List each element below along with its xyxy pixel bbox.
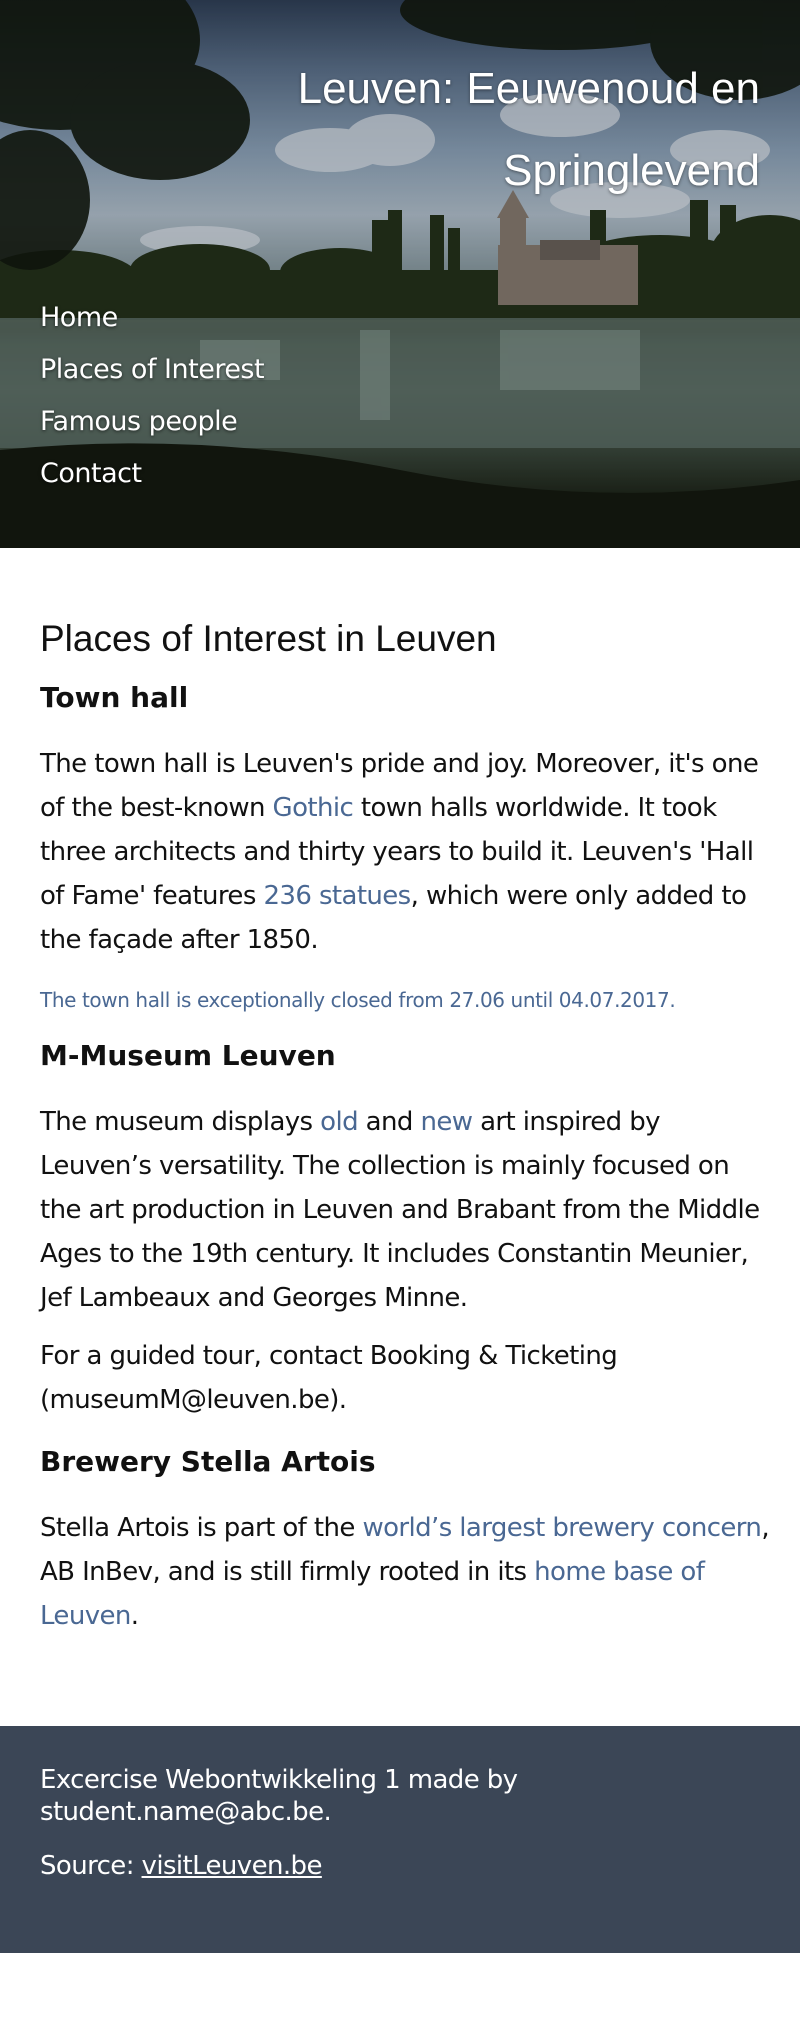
brewery-heading: Brewery Stella Artois xyxy=(40,1445,376,1478)
main-navigation: Home Places of Interest Famous people Co… xyxy=(40,292,265,500)
site-footer: Excercise Webontwikkeling 1 made by stud… xyxy=(0,1726,800,1953)
section-town-hall: Town hall The town hall is Leuven's prid… xyxy=(40,680,770,1014)
old-art-link[interactable]: old xyxy=(320,1107,358,1137)
brewery-paragraph: Stella Artois is part of the world’s lar… xyxy=(40,1506,770,1638)
museum-heading: M-Museum Leuven xyxy=(40,1039,336,1072)
brewery-text-3: . xyxy=(130,1601,139,1631)
town-hall-paragraph: The town hall is Leuven's pride and joy.… xyxy=(40,742,770,962)
section-brewery: Brewery Stella Artois Stella Artois is p… xyxy=(40,1444,770,1638)
town-hall-closure-notice: The town hall is exceptionally closed fr… xyxy=(40,988,676,1012)
town-hall-heading: Town hall xyxy=(40,681,189,714)
section-m-museum: M-Museum Leuven The museum displays old … xyxy=(40,1038,770,1422)
footer-source: Source: visitLeuven.be xyxy=(40,1850,760,1882)
museum-paragraph: The museum displays old and new art insp… xyxy=(40,1100,770,1320)
footer-content: Excercise Webontwikkeling 1 made by stud… xyxy=(40,1764,760,1882)
nav-item-contact: Contact xyxy=(40,448,264,500)
statues-link[interactable]: 236 statues xyxy=(263,881,411,911)
brewery-text-1: Stella Artois is part of the xyxy=(40,1513,363,1543)
museum-text-1: The museum displays xyxy=(40,1107,321,1137)
nav-link-contact[interactable]: Contact xyxy=(40,458,142,489)
nav-item-famous-people: Famous people xyxy=(40,396,264,448)
footer-credit: Excercise Webontwikkeling 1 made by stud… xyxy=(40,1765,518,1827)
site-title: Leuven: Eeuwenoud en Springlevend xyxy=(297,64,760,195)
site-header: Leuven: Eeuwenoud en Springlevend Home P… xyxy=(0,0,800,548)
brewery-concern-link[interactable]: world’s largest brewery concern xyxy=(362,1513,761,1543)
museum-text-3: art inspired by Leuven’s versatility. Th… xyxy=(40,1107,760,1313)
main-content: Places of Interest in Leuven Town hall T… xyxy=(40,548,770,1638)
museum-tour-paragraph: For a guided tour, contact Booking & Tic… xyxy=(40,1341,618,1415)
nav-link-home[interactable]: Home xyxy=(40,302,118,333)
nav-list: Home Places of Interest Famous people Co… xyxy=(40,292,265,500)
nav-item-places-of-interest: Places of Interest xyxy=(40,344,265,396)
page-title: Places of Interest in Leuven xyxy=(40,618,497,659)
museum-text-2: and xyxy=(358,1107,421,1137)
footer-source-label: Source: xyxy=(40,1851,142,1881)
new-art-link[interactable]: new xyxy=(420,1107,473,1137)
nav-item-home: Home xyxy=(40,292,264,344)
nav-link-famous-people[interactable]: Famous people xyxy=(40,406,238,437)
nav-link-places-of-interest[interactable]: Places of Interest xyxy=(40,354,265,385)
gothic-link[interactable]: Gothic xyxy=(273,793,354,823)
footer-source-link[interactable]: visitLeuven.be xyxy=(142,1851,323,1881)
